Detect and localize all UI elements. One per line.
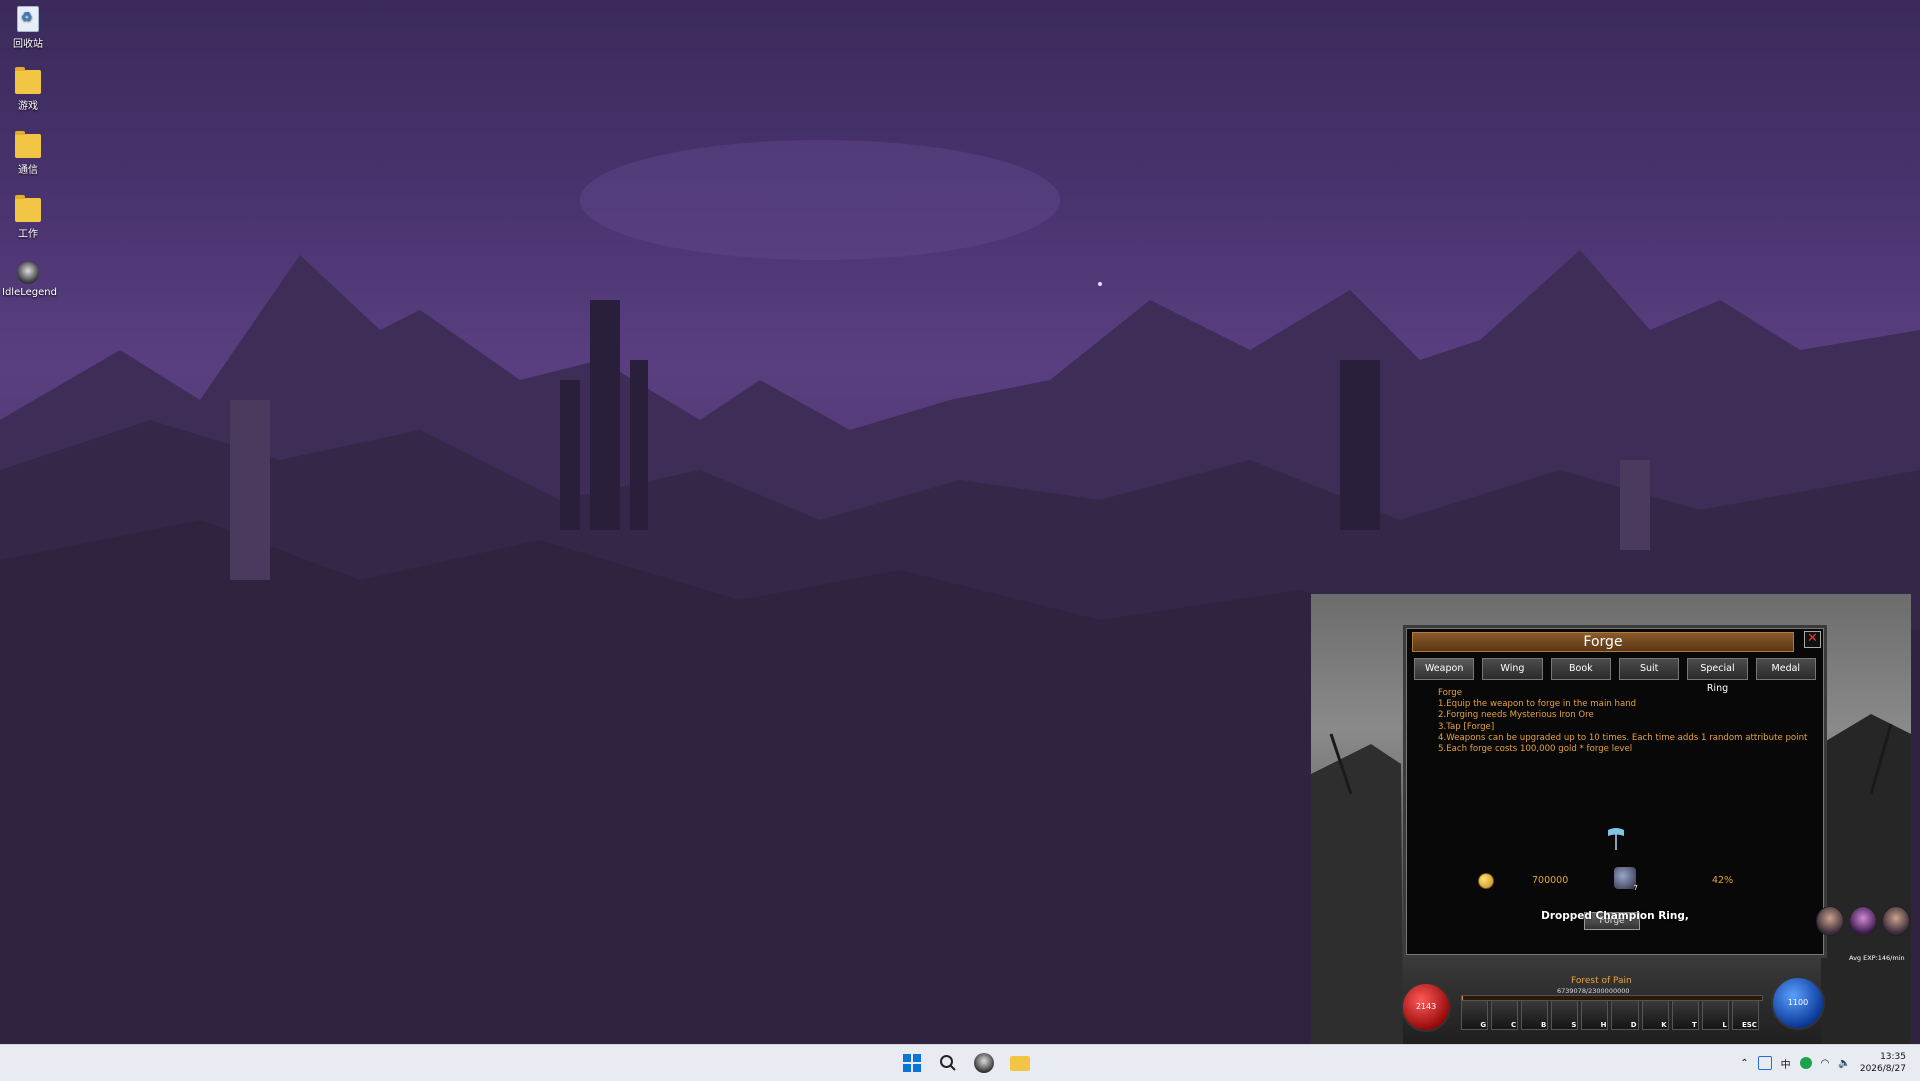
- idlelegend-app-icon: [17, 262, 39, 284]
- skill-slot[interactable]: D: [1611, 1000, 1639, 1030]
- hotkey-label: C: [1511, 1021, 1517, 1029]
- taskbar-apps: [898, 1045, 1034, 1081]
- tab-special-ring[interactable]: Special Ring: [1687, 658, 1748, 694]
- forge-panel: Forge ✕ Weapon Wing Book Suit Special Ri…: [1403, 625, 1827, 958]
- recycle-bin-icon: [17, 6, 39, 32]
- portrait-avatar[interactable]: [1849, 906, 1877, 936]
- search-button[interactable]: [934, 1049, 962, 1077]
- taskbar: ⌃ 中 ◠ 🔈 13:35 2026/8/27: [0, 1044, 1920, 1081]
- description-line: 3.Tap [Forge]: [1438, 721, 1495, 732]
- axe-weapon-icon[interactable]: [1606, 826, 1626, 850]
- taskbar-idlelegend[interactable]: [970, 1049, 998, 1077]
- hp-orb: 2143: [1401, 982, 1451, 1032]
- forge-tabs: Weapon Wing Book Suit Special Ring Medal: [1414, 658, 1816, 694]
- success-rate: 42%: [1712, 875, 1734, 886]
- desktop-icon-idlelegend[interactable]: IdleLegend: [2, 262, 57, 298]
- volume-icon[interactable]: 🔈: [1838, 1058, 1850, 1069]
- hotkey-label: ESC: [1741, 1021, 1757, 1029]
- chevron-up-icon[interactable]: ⌃: [1740, 1058, 1748, 1069]
- idlelegend-app-icon: [974, 1053, 994, 1073]
- tab-suit[interactable]: Suit: [1618, 658, 1680, 680]
- desktop-icon-work-folder[interactable]: 工作: [2, 195, 54, 240]
- taskbar-file-explorer[interactable]: [1006, 1049, 1034, 1077]
- desktop-icon-games-folder[interactable]: 游戏: [2, 67, 54, 112]
- description-line: 4.Weapons can be upgraded up to 10 times…: [1438, 732, 1808, 743]
- skill-bar: G C B S H D K T L ESC: [1461, 1000, 1759, 1030]
- forge-description: Forge 1.Equip the weapon to forge in the…: [1438, 688, 1808, 755]
- folder-icon: [15, 67, 41, 94]
- desktop-icon-label: 回收站: [13, 39, 43, 50]
- description-line: Forge: [1438, 688, 1463, 698]
- description-line: 1.Equip the weapon to forge in the main …: [1438, 699, 1637, 710]
- clock[interactable]: 13:35 2026/8/27: [1860, 1051, 1906, 1075]
- tab-weapon[interactable]: Weapon: [1414, 658, 1475, 680]
- hotkey-label: S: [1571, 1021, 1577, 1029]
- skill-slot[interactable]: C: [1491, 1000, 1519, 1030]
- hotkey-label: T: [1691, 1021, 1697, 1029]
- avg-exp-rate: Avg EXP:146/min: [1849, 954, 1905, 962]
- ore-count: 7: [1633, 884, 1638, 892]
- forge-button[interactable]: Forge: [1584, 912, 1640, 930]
- ime-indicator[interactable]: 中: [1781, 1056, 1791, 1071]
- hotkey-label: K: [1661, 1021, 1667, 1029]
- hotkey-label: H: [1600, 1021, 1607, 1029]
- folder-icon: [15, 131, 41, 158]
- description-line: 2.Forging needs Mysterious Iron Ore: [1438, 710, 1594, 721]
- desktop-icon-communication-folder[interactable]: 通信: [2, 131, 54, 176]
- game-window: Forge ✕ Weapon Wing Book Suit Special Ri…: [1311, 594, 1911, 1044]
- desktop-icon-label: IdleLegend: [2, 287, 57, 298]
- forge-cost-row: 700000 7 42%: [1466, 867, 1786, 897]
- security-icon[interactable]: [1757, 1056, 1772, 1070]
- time: 13:35: [1880, 1052, 1906, 1062]
- gold-cost: 700000: [1532, 875, 1569, 886]
- iron-ore-icon: 7: [1614, 867, 1638, 892]
- exp-text: 6739078/2300000000: [1557, 987, 1630, 995]
- start-button[interactable]: [898, 1049, 926, 1077]
- system-tray: ⌃ 中 ◠ 🔈 13:35 2026/8/27: [1740, 1045, 1906, 1081]
- desktop-icon-recycle-bin[interactable]: 回收站: [2, 6, 54, 50]
- folder-icon: [1010, 1055, 1030, 1071]
- description-line: 5.Each forge costs 100,000 gold * forge …: [1438, 744, 1633, 755]
- skill-slot[interactable]: B: [1521, 1000, 1549, 1030]
- skill-slot[interactable]: S: [1551, 1000, 1579, 1030]
- skill-slot[interactable]: L: [1701, 1000, 1729, 1030]
- game-hud: Avg EXP:146/min 2143 Forest of Pain 6739…: [1311, 954, 1911, 1044]
- gold-coin-icon: [1478, 873, 1494, 889]
- portrait-avatar[interactable]: [1882, 906, 1910, 936]
- hotkey-label: D: [1630, 1021, 1637, 1029]
- desktop-icon-label: 工作: [18, 229, 38, 240]
- folder-icon: [15, 195, 41, 222]
- forge-title: Forge: [1412, 632, 1794, 652]
- map-name: Forest of Pain: [1571, 976, 1632, 986]
- date: 2026/8/27: [1859, 1064, 1906, 1074]
- skill-slot[interactable]: H: [1581, 1000, 1609, 1030]
- hotkey-label: L: [1722, 1021, 1727, 1029]
- mp-orb: 1100: [1771, 976, 1825, 1030]
- close-icon[interactable]: ✕: [1804, 631, 1821, 648]
- desktop-icon-label: 通信: [18, 165, 38, 176]
- wifi-icon[interactable]: ◠: [1821, 1058, 1830, 1069]
- party-portraits: [1816, 906, 1911, 936]
- app-tray-icon[interactable]: [1799, 1057, 1812, 1069]
- skill-slot[interactable]: T: [1671, 1000, 1699, 1030]
- tab-book[interactable]: Book: [1550, 658, 1611, 680]
- desktop-icon-label: 游戏: [18, 101, 38, 112]
- portrait-avatar[interactable]: [1816, 906, 1844, 936]
- search-icon: [940, 1055, 956, 1071]
- tab-medal[interactable]: Medal: [1755, 658, 1816, 680]
- skill-slot[interactable]: G: [1461, 1000, 1489, 1030]
- skill-slot[interactable]: K: [1641, 1000, 1669, 1030]
- hotkey-label: G: [1480, 1021, 1487, 1029]
- hotkey-label: B: [1540, 1021, 1547, 1029]
- skill-slot[interactable]: ESC: [1731, 1000, 1759, 1030]
- windows-icon: [903, 1054, 921, 1072]
- tab-wing[interactable]: Wing: [1482, 658, 1543, 680]
